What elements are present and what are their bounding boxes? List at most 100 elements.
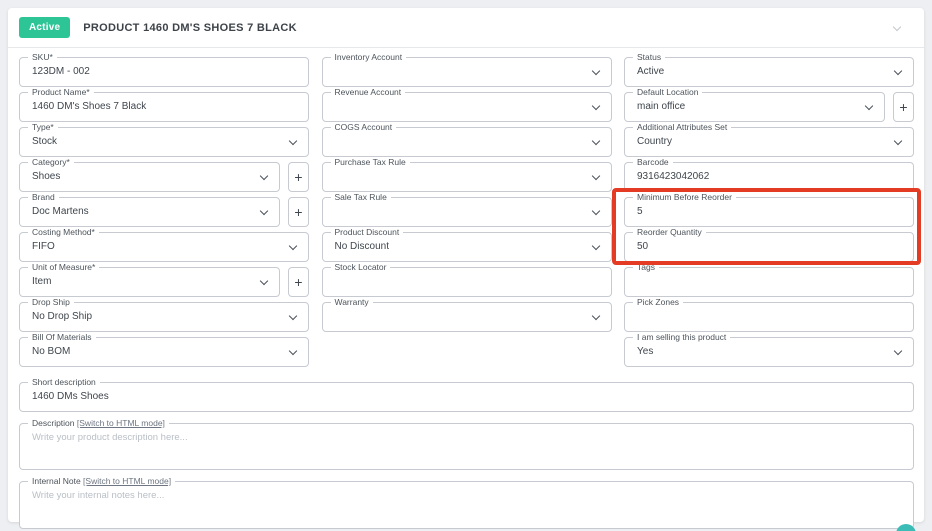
select-warranty[interactable]: Warranty bbox=[322, 302, 612, 332]
form-column-right: StatusActive Default Locationmain office +… bbox=[624, 57, 914, 372]
field-value: 5 bbox=[637, 198, 643, 225]
field-label: Stock Locator bbox=[331, 262, 391, 273]
input-minimum-before-reorder[interactable]: Minimum Before Reorder5 bbox=[624, 197, 914, 227]
chevron-down-icon bbox=[591, 67, 599, 75]
select-revenue-account[interactable]: Revenue Account bbox=[322, 92, 612, 122]
status-badge: Active bbox=[19, 17, 70, 38]
field-value: No Drop Ship bbox=[32, 303, 92, 330]
input-stock-locator[interactable]: Stock Locator bbox=[322, 267, 612, 297]
input-reorder-quantity[interactable]: Reorder Quantity50 bbox=[624, 232, 914, 262]
chevron-down-icon bbox=[289, 242, 297, 250]
input-sku[interactable]: SKU*123DM - 002 bbox=[19, 57, 309, 87]
select-sale-tax-rule[interactable]: Sale Tax Rule bbox=[322, 197, 612, 227]
select-unit-of-measure[interactable]: Unit of Measure*Item bbox=[19, 267, 280, 297]
chevron-down-icon bbox=[289, 347, 297, 355]
select-additional-attributes-set[interactable]: Additional Attributes SetCountry bbox=[624, 127, 914, 157]
field-value: Yes bbox=[637, 338, 653, 365]
field-value: No BOM bbox=[32, 338, 70, 365]
switch-html-mode-link[interactable]: [Switch to HTML mode] bbox=[77, 418, 165, 428]
field-value: No Discount bbox=[335, 233, 389, 260]
field-value: Stock bbox=[32, 128, 57, 155]
switch-html-mode-link[interactable]: [Switch to HTML mode] bbox=[83, 476, 171, 486]
field-row: Unit of Measure*Item + bbox=[19, 267, 309, 297]
field-label: Tags bbox=[633, 262, 659, 273]
chevron-down-icon bbox=[591, 102, 599, 110]
field-value: FIFO bbox=[32, 233, 55, 260]
field-label: Minimum Before Reorder bbox=[633, 192, 736, 203]
select-drop-ship[interactable]: Drop ShipNo Drop Ship bbox=[19, 302, 309, 332]
chevron-down-icon bbox=[289, 137, 297, 145]
page-background: Active PRODUCT 1460 DM'S SHOES 7 BLACK S… bbox=[0, 0, 932, 531]
internal-note-placeholder: Write your internal notes here... bbox=[32, 490, 164, 501]
chevron-down-icon bbox=[894, 137, 902, 145]
select-i-am-selling-this-product[interactable]: I am selling this productYes bbox=[624, 337, 914, 367]
chevron-down-icon bbox=[894, 347, 902, 355]
add-default-location-button[interactable]: + bbox=[893, 92, 914, 122]
chevron-down-icon bbox=[893, 23, 901, 31]
chevron-down-icon bbox=[591, 137, 599, 145]
chevron-down-icon bbox=[865, 102, 873, 110]
field-label: Internal Note [Switch to HTML mode] bbox=[28, 476, 175, 487]
field-value: Country bbox=[637, 128, 672, 155]
select-default-location[interactable]: Default Locationmain office bbox=[624, 92, 885, 122]
select-product-discount[interactable]: Product DiscountNo Discount bbox=[322, 232, 612, 262]
select-status[interactable]: StatusActive bbox=[624, 57, 914, 87]
add-category-button[interactable]: + bbox=[288, 162, 309, 192]
product-header: Active PRODUCT 1460 DM'S SHOES 7 BLACK bbox=[8, 8, 924, 48]
description-editor[interactable]: Description [Switch to HTML mode] Write … bbox=[19, 423, 914, 470]
field-label: Sale Tax Rule bbox=[331, 192, 391, 203]
select-category[interactable]: Category*Shoes bbox=[19, 162, 280, 192]
select-cogs-account[interactable]: COGS Account bbox=[322, 127, 612, 157]
chevron-down-icon bbox=[591, 312, 599, 320]
chevron-down-icon bbox=[260, 207, 268, 215]
field-value: 1460 DMs Shoes bbox=[32, 383, 109, 410]
field-row: BrandDoc Martens + bbox=[19, 197, 309, 227]
select-purchase-tax-rule[interactable]: Purchase Tax Rule bbox=[322, 162, 612, 192]
field-value: Doc Martens bbox=[32, 198, 89, 225]
chevron-down-icon bbox=[289, 312, 297, 320]
field-label: Revenue Account bbox=[331, 87, 406, 98]
field-label: Purchase Tax Rule bbox=[331, 157, 410, 168]
collapse-section-button[interactable] bbox=[890, 23, 902, 35]
field-label: Inventory Account bbox=[331, 52, 407, 63]
field-label: Warranty bbox=[331, 297, 373, 308]
add-unit-of-measure-button[interactable]: + bbox=[288, 267, 309, 297]
field-row: Category*Shoes + bbox=[19, 162, 309, 192]
form-column-left: SKU*123DM - 002 Product Name*1460 DM's Sh… bbox=[19, 57, 309, 372]
description-label: Description bbox=[32, 418, 75, 428]
field-value: Active bbox=[637, 58, 664, 85]
chevron-down-icon bbox=[260, 172, 268, 180]
input-tags[interactable]: Tags bbox=[624, 267, 914, 297]
chevron-down-icon bbox=[894, 67, 902, 75]
field-value: 50 bbox=[637, 233, 648, 260]
input-barcode[interactable]: Barcode9316423042062 bbox=[624, 162, 914, 192]
field-label: Description [Switch to HTML mode] bbox=[28, 418, 169, 429]
description-placeholder: Write your product description here... bbox=[32, 432, 188, 443]
field-value: Item bbox=[32, 268, 51, 295]
chevron-down-icon bbox=[260, 277, 268, 285]
add-brand-button[interactable]: + bbox=[288, 197, 309, 227]
field-value: main office bbox=[637, 93, 685, 120]
field-value: 1460 DM's Shoes 7 Black bbox=[32, 93, 146, 120]
select-bill-of-materials[interactable]: Bill Of MaterialsNo BOM bbox=[19, 337, 309, 367]
field-value: 9316423042062 bbox=[637, 163, 709, 190]
product-card: Active PRODUCT 1460 DM'S SHOES 7 BLACK S… bbox=[8, 8, 924, 522]
form-columns: SKU*123DM - 002 Product Name*1460 DM's Sh… bbox=[19, 57, 914, 372]
page-title: PRODUCT 1460 DM'S SHOES 7 BLACK bbox=[83, 22, 297, 34]
select-brand[interactable]: BrandDoc Martens bbox=[19, 197, 280, 227]
select-costing-method[interactable]: Costing Method*FIFO bbox=[19, 232, 309, 262]
input-pick-zones[interactable]: Pick Zones bbox=[624, 302, 914, 332]
select-type[interactable]: Type*Stock bbox=[19, 127, 309, 157]
internal-note-label: Internal Note bbox=[32, 476, 81, 486]
select-inventory-account[interactable]: Inventory Account bbox=[322, 57, 612, 87]
input-short-description[interactable]: Short description 1460 DMs Shoes bbox=[19, 382, 914, 412]
field-label: Pick Zones bbox=[633, 297, 683, 308]
product-form: SKU*123DM - 002 Product Name*1460 DM's Sh… bbox=[8, 48, 924, 529]
field-value: 123DM - 002 bbox=[32, 58, 90, 85]
internal-note-editor[interactable]: Internal Note [Switch to HTML mode] Writ… bbox=[19, 481, 914, 529]
field-label: COGS Account bbox=[331, 122, 397, 133]
input-product-name[interactable]: Product Name*1460 DM's Shoes 7 Black bbox=[19, 92, 309, 122]
chevron-down-icon bbox=[591, 207, 599, 215]
chevron-down-icon bbox=[591, 242, 599, 250]
field-value: Shoes bbox=[32, 163, 60, 190]
